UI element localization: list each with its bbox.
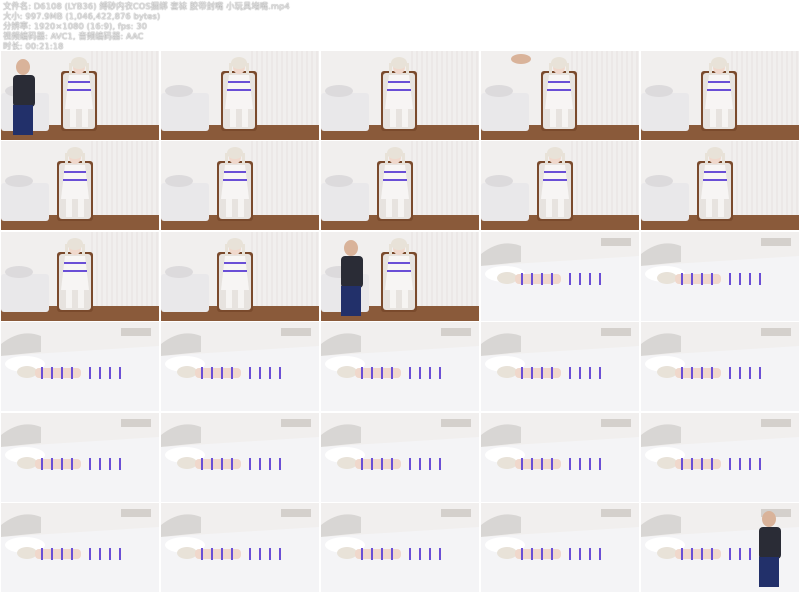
thumbnail-image <box>481 231 639 321</box>
thumbnail-frame <box>161 412 319 502</box>
thumbnail-frame <box>161 231 319 321</box>
thumbnail-frame <box>481 503 639 592</box>
thumbnail-frame <box>1 322 159 412</box>
thumbnail-image <box>1 503 159 592</box>
thumbnail-image <box>161 51 319 140</box>
thumbnail-image <box>1 412 159 502</box>
thumbnail-image <box>1 51 159 140</box>
thumbnail-frame <box>481 412 639 502</box>
thumbnail-frame <box>1 231 159 321</box>
thumbnail-frame <box>481 322 639 412</box>
thumbnail-frame <box>321 141 479 231</box>
thumbnail-frame <box>641 322 799 412</box>
thumbnail-frame <box>321 231 479 321</box>
thumbnail-frame <box>641 51 799 140</box>
thumbnail-image <box>321 322 479 412</box>
thumbnail-image <box>641 412 799 502</box>
thumbnail-image <box>641 503 799 592</box>
info-codec: 视频编码器: AVC1, 音频编码器: AAC <box>3 31 144 41</box>
thumbnail-image <box>481 412 639 502</box>
thumbnail-frame <box>161 503 319 592</box>
info-filename: 文件名: D6108 (LYB36) 缚砂内衣COS捆绑 套袜 胶带封嘴 小玩具… <box>3 1 290 11</box>
thumbnail-image <box>481 503 639 592</box>
thumbnail-image <box>321 412 479 502</box>
thumbnail-grid <box>0 50 800 593</box>
thumbnail-frame <box>1 412 159 502</box>
thumbnail-frame <box>1 141 159 231</box>
thumbnail-frame <box>321 51 479 140</box>
thumbnail-image <box>1 141 159 231</box>
thumbnail-frame <box>641 412 799 502</box>
thumbnail-image <box>481 322 639 412</box>
thumbnail-image <box>161 503 319 592</box>
thumbnail-frame <box>481 231 639 321</box>
thumbnail-image <box>641 322 799 412</box>
thumbnail-image <box>641 141 799 231</box>
file-info-header: 文件名: D6108 (LYB36) 缚砂内衣COS捆绑 套袜 胶带封嘴 小玩具… <box>0 0 800 51</box>
thumbnail-frame <box>321 322 479 412</box>
thumbnail-image <box>161 141 319 231</box>
thumbnail-frame <box>161 51 319 140</box>
thumbnail-frame <box>1 51 159 140</box>
thumbnail-frame <box>641 503 799 592</box>
thumbnail-image <box>321 503 479 592</box>
thumbnail-image <box>321 231 479 321</box>
thumbnail-frame <box>321 412 479 502</box>
thumbnail-image <box>481 51 639 140</box>
thumbnail-image <box>161 231 319 321</box>
thumbnail-frame <box>161 322 319 412</box>
thumbnail-image <box>641 231 799 321</box>
thumbnail-image <box>161 322 319 412</box>
thumbnail-frame <box>641 141 799 231</box>
thumbnail-image <box>161 412 319 502</box>
thumbnail-frame <box>1 503 159 592</box>
thumbnail-frame <box>481 51 639 140</box>
thumbnail-frame <box>321 503 479 592</box>
thumbnail-image <box>641 51 799 140</box>
info-resolution: 分辨率: 1920×1080 (16:9), fps: 30 <box>3 21 148 31</box>
thumbnail-image <box>321 141 479 231</box>
thumbnail-image <box>481 141 639 231</box>
thumbnail-image <box>321 51 479 140</box>
thumbnail-image <box>1 231 159 321</box>
info-size: 大小: 997.9MB (1,046,422,876 bytes) <box>3 11 161 21</box>
thumbnail-image <box>1 322 159 412</box>
thumbnail-frame <box>161 141 319 231</box>
thumbnail-frame <box>641 231 799 321</box>
thumbnail-frame <box>481 141 639 231</box>
